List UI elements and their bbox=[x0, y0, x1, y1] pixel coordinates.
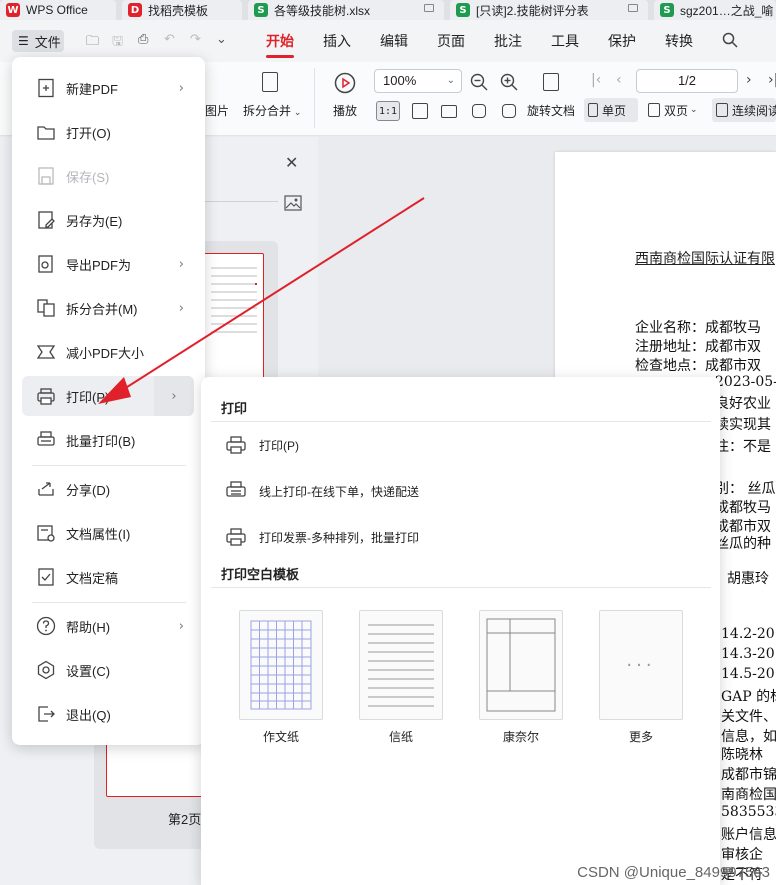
watermark-text: CSDN @Unique_849997563 bbox=[577, 864, 770, 881]
red-arrow-annotation bbox=[98, 197, 425, 404]
